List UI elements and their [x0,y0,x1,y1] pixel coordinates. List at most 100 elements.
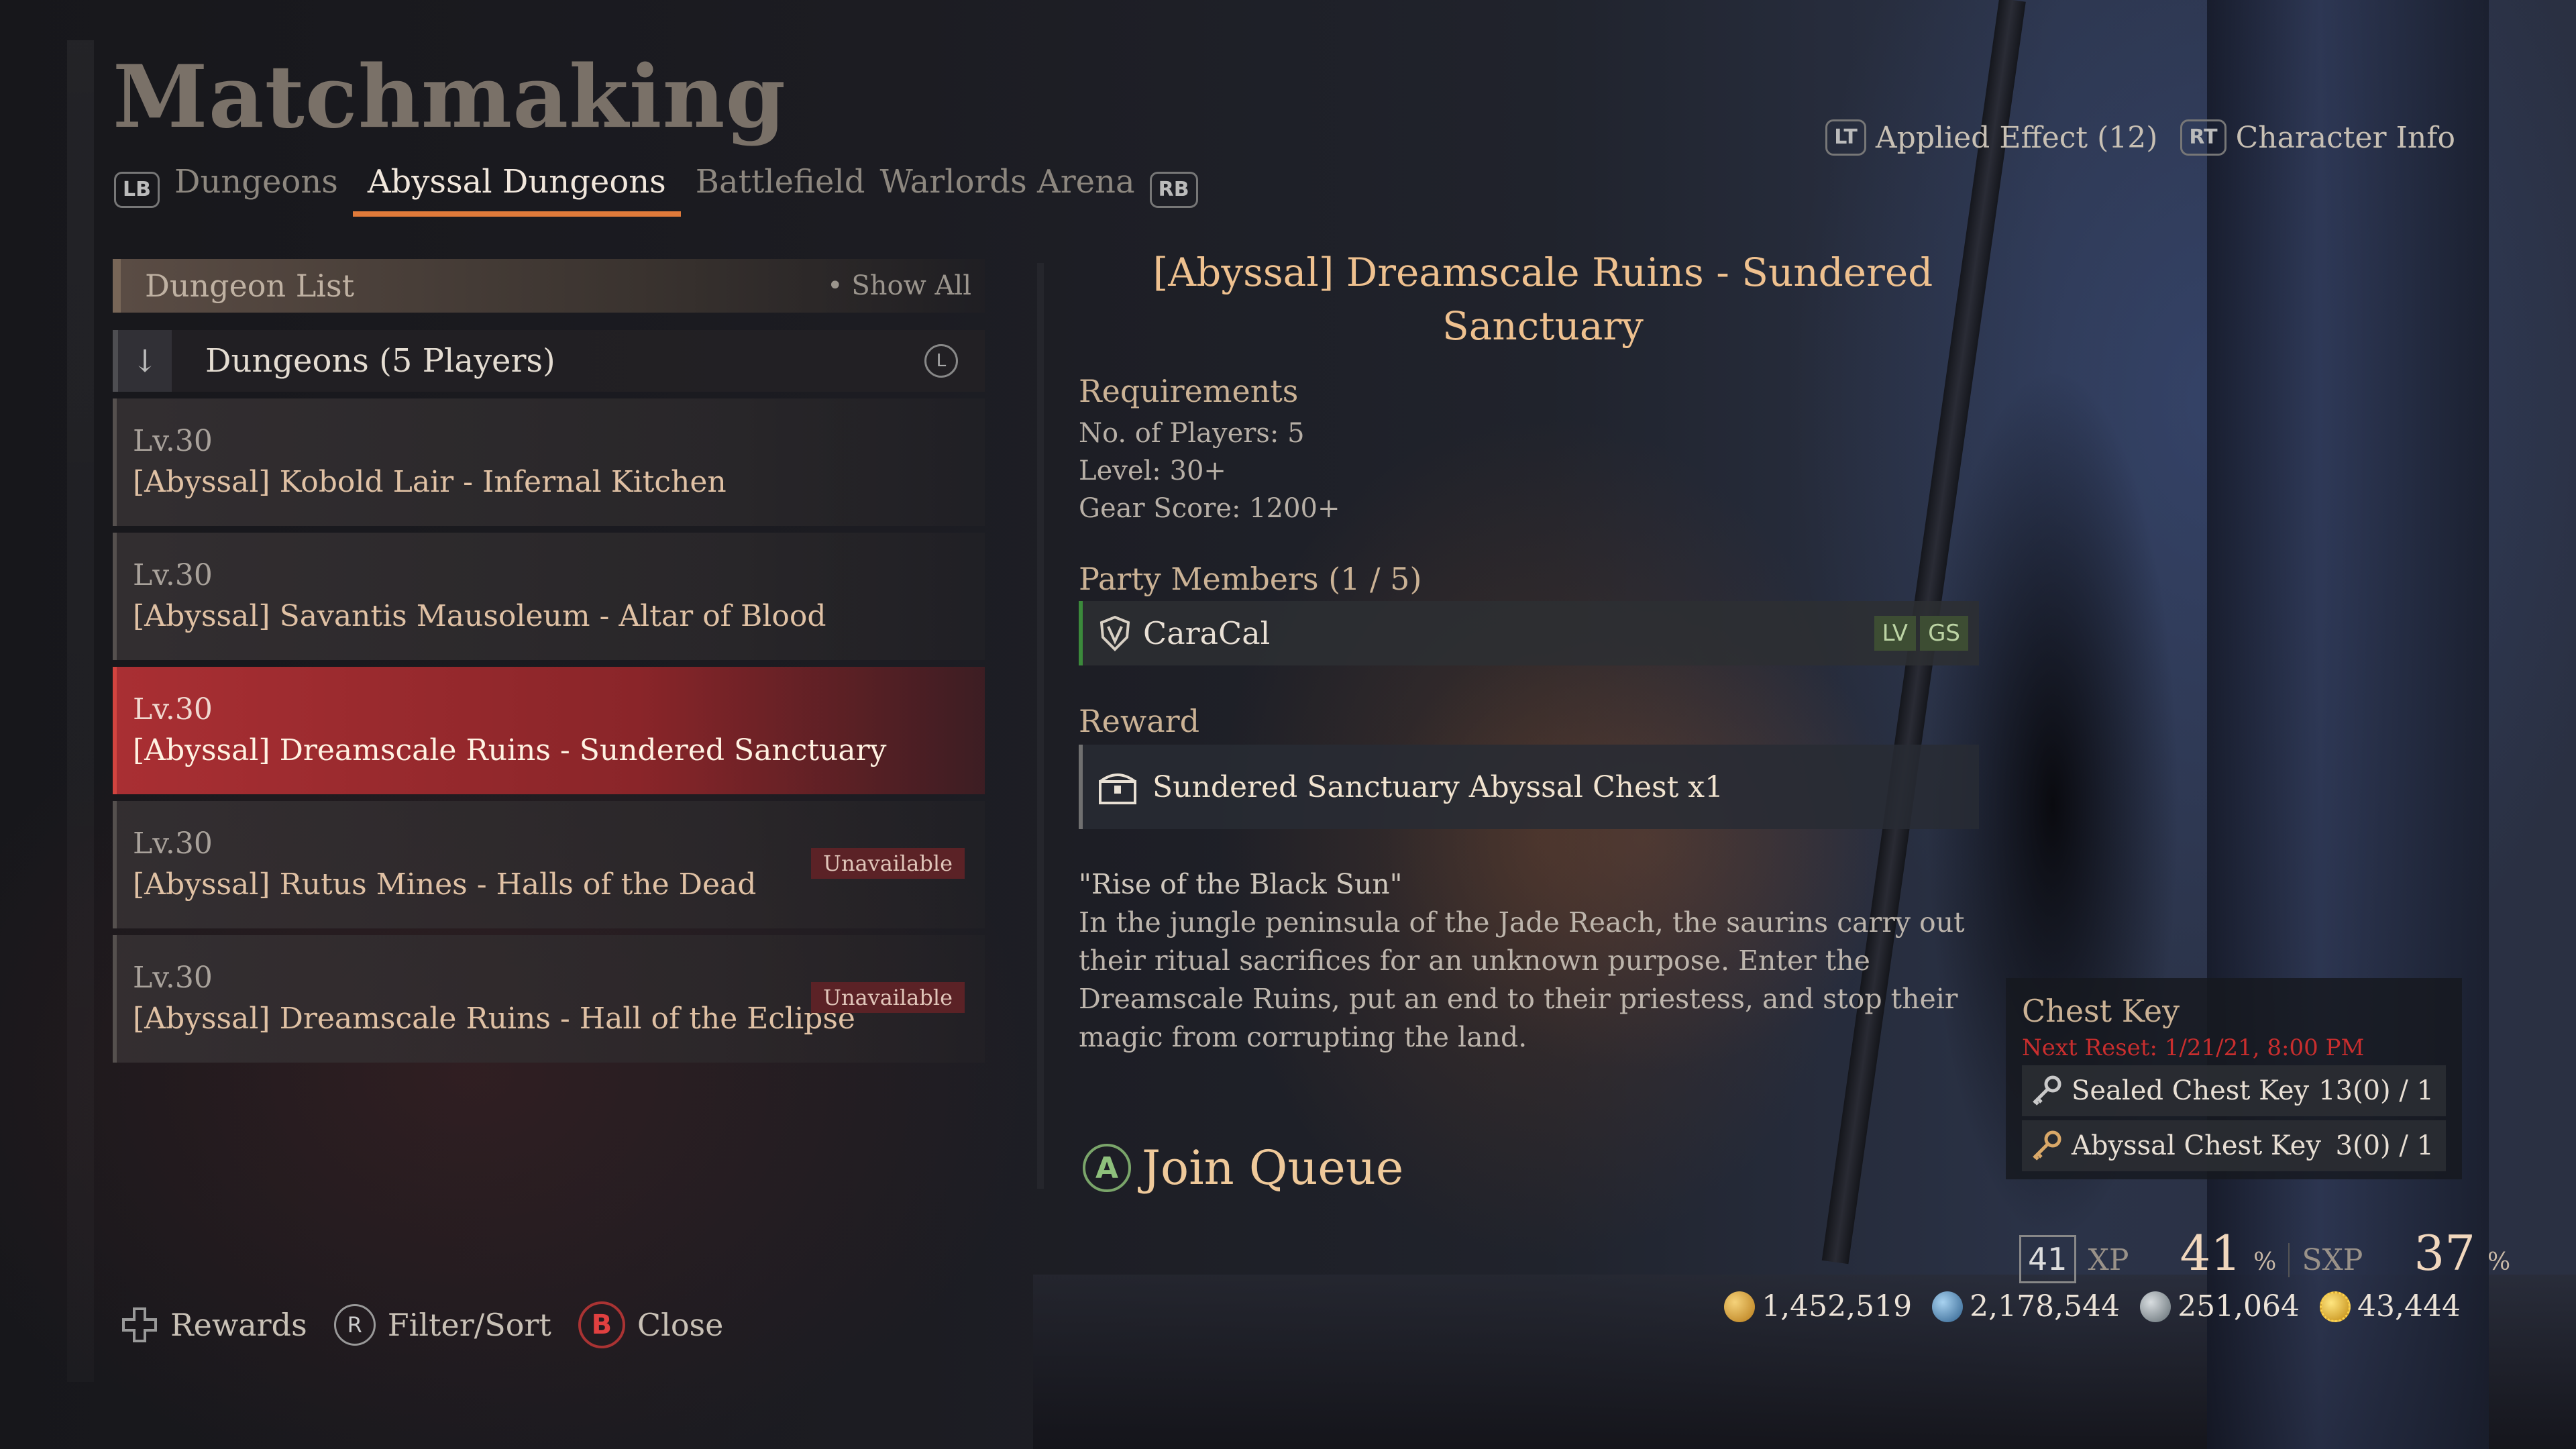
left-decorative-bar [67,40,94,1382]
currency-gear-token: 43,444 [2320,1289,2461,1324]
dungeon-item-kobold-lair[interactable]: Lv.30 [Abyssal] Kobold Lair - Infernal K… [113,398,985,526]
dungeon-name: [Abyssal] Kobold Lair - Infernal Kitchen [133,465,727,499]
top-right-actions: LT Applied Effect (12) RT Character Info [1825,119,2455,156]
class-emblem-icon [1099,615,1130,651]
sxp-percent: 37 [2414,1225,2476,1281]
description-title: "Rise of the Black Sun" [1079,868,1403,900]
dungeon-name: [Abyssal] Savantis Mausoleum - Altar of … [133,599,826,633]
tab-abyssal-dungeons[interactable]: Abyssal Dungeons [352,163,681,217]
dungeon-group-label: Dungeons (5 Players) [205,342,555,380]
sxp-label: SXP [2288,1243,2363,1277]
page-title: Matchmaking [113,47,786,148]
party-member-name: CaraCal [1143,615,1271,651]
chest-key-row: Sealed Chest Key 13(0) / 1 [2022,1065,2446,1116]
dungeon-detail-title: [Abyssal] Dreamscale Ruins - Sundered Sa… [1152,250,1933,349]
requirement-players: No. of Players: 5 [1079,418,1305,449]
join-queue-label: Join Queue [1142,1140,1404,1195]
currency-gold: 1,452,519 [1724,1289,1912,1324]
experience-bar: 41 XP 41% SXP 37% [2019,1225,2510,1283]
show-all-toggle[interactable]: • Show All [827,270,971,301]
dungeon-group-row[interactable]: ↓ Dungeons (5 Players) L [113,330,985,392]
abyssal-key-icon [2033,1130,2061,1161]
gold-coin-icon [1724,1291,1756,1322]
gear-token-icon [2320,1291,2351,1322]
description-body: In the jungle peninsula of the Jade Reac… [1079,906,1965,1053]
applied-effect-label: Applied Effect (12) [1875,120,2158,155]
currency-value: 1,452,519 [1762,1289,1913,1324]
currency-value: 251,064 [2178,1289,2300,1324]
rt-trigger-icon: RT [2180,119,2226,156]
party-members-label: Party Members (1 / 5) [1079,561,1422,597]
dungeon-level: Lv.30 [133,424,213,458]
dungeon-name: [Abyssal] Dreamscale Ruins - Sundered Sa… [133,733,887,767]
chest-key-reset: Next Reset: 1/21/21, 8:00 PM [2022,1034,2365,1061]
unavailable-badge: Unavailable [810,982,965,1013]
lt-trigger-icon: LT [1825,119,1866,156]
tab-bar: LB Dungeons Abyssal Dungeons Battlefield… [114,160,1198,220]
right-stick-icon: R [333,1304,376,1346]
sealed-key-icon [2033,1075,2061,1106]
dungeon-list-title: Dungeon List [145,268,355,304]
character-level-badge: 41 [2019,1235,2076,1283]
key-name: Sealed Chest Key [2072,1075,2310,1106]
silver-ore-icon [2140,1291,2171,1322]
dungeon-item-rutus-mines[interactable]: Lv.30 [Abyssal] Rutus Mines - Halls of t… [113,801,985,928]
currency-bar: 1,452,519 2,178,544 251,064 43,444 [1724,1289,2461,1324]
currency-value: 43,444 [2357,1289,2461,1324]
dungeon-item-hall-of-eclipse[interactable]: Lv.30 [Abyssal] Dreamscale Ruins - Hall … [113,935,985,1063]
dungeon-level: Lv.30 [133,558,213,592]
currency-silver-ore: 251,064 [2140,1289,2300,1324]
member-level-tag: LV [1874,616,1917,651]
tab-warlords-arena[interactable]: Warlords Arena [880,163,1135,217]
currency-blue-token: 2,178,544 [1932,1289,2120,1324]
requirements-list: No. of Players: 5 Level: 30+ Gear Score:… [1079,415,1340,527]
xp-percent: 41 [2180,1225,2242,1281]
b-button-icon: B [578,1301,625,1348]
blue-token-icon [1932,1291,1964,1322]
key-count: 3(0) / 1 [2335,1130,2434,1161]
a-button-icon: A [1083,1144,1131,1192]
currency-value: 2,178,544 [1970,1289,2121,1324]
key-name: Abyssal Chest Key [2072,1130,2321,1161]
dungeon-level: Lv.30 [133,692,213,727]
requirement-gear-score: Gear Score: 1200+ [1079,493,1340,524]
xp-percent-sign: % [2253,1248,2277,1276]
requirements-label: Requirements [1079,373,1299,409]
rb-bumper-icon[interactable]: RB [1149,172,1198,208]
left-stick-icon: L [924,344,958,378]
chest-icon [1099,773,1136,804]
dungeon-item-savantis-mausoleum[interactable]: Lv.30 [Abyssal] Savantis Mausoleum - Alt… [113,533,985,660]
character-info-button[interactable]: RT Character Info [2180,119,2455,156]
xp-label: XP [2088,1243,2129,1277]
sxp-percent-sign: % [2487,1248,2511,1276]
party-member-row[interactable]: CaraCal LV GS [1079,601,1979,665]
close-button[interactable]: B Close [578,1301,723,1348]
reward-name: Sundered Sanctuary Abyssal Chest x1 [1152,769,1724,804]
bottom-action-bar: Rewards R Filter/Sort B Close [121,1301,723,1348]
character-info-label: Character Info [2235,120,2455,155]
dungeon-item-sundered-sanctuary[interactable]: Lv.30 [Abyssal] Dreamscale Ruins - Sunde… [113,667,985,794]
chest-key-row: Abyssal Chest Key 3(0) / 1 [2022,1120,2446,1171]
applied-effect-button[interactable]: LT Applied Effect (12) [1825,119,2157,156]
chest-key-title: Chest Key [2022,993,2180,1029]
collapse-arrow-icon[interactable]: ↓ [118,330,172,392]
unavailable-badge: Unavailable [810,848,965,879]
filter-sort-label: Filter/Sort [387,1307,551,1343]
rewards-button[interactable]: Rewards [121,1306,307,1344]
member-gearscore-tag: GS [1920,616,1968,651]
dpad-icon [122,1307,157,1342]
tab-battlefield[interactable]: Battlefield [696,163,865,217]
panel-divider [1037,263,1044,1189]
rewards-label: Rewards [170,1307,307,1343]
chest-key-panel: Chest Key Next Reset: 1/21/21, 8:00 PM S… [2006,978,2462,1179]
dungeon-list-header: Dungeon List • Show All [113,259,985,313]
join-queue-button[interactable]: A Join Queue [1083,1140,1403,1195]
reward-label: Reward [1079,703,1200,739]
filter-sort-button[interactable]: R Filter/Sort [333,1304,551,1346]
tab-dungeons[interactable]: Dungeons [174,163,338,217]
requirement-level: Level: 30+ [1079,455,1226,486]
show-all-label: Show All [851,270,971,301]
reward-item[interactable]: Sundered Sanctuary Abyssal Chest x1 [1079,745,1979,829]
lb-bumper-icon[interactable]: LB [114,172,160,208]
key-count: 13(0) / 1 [2318,1075,2434,1106]
